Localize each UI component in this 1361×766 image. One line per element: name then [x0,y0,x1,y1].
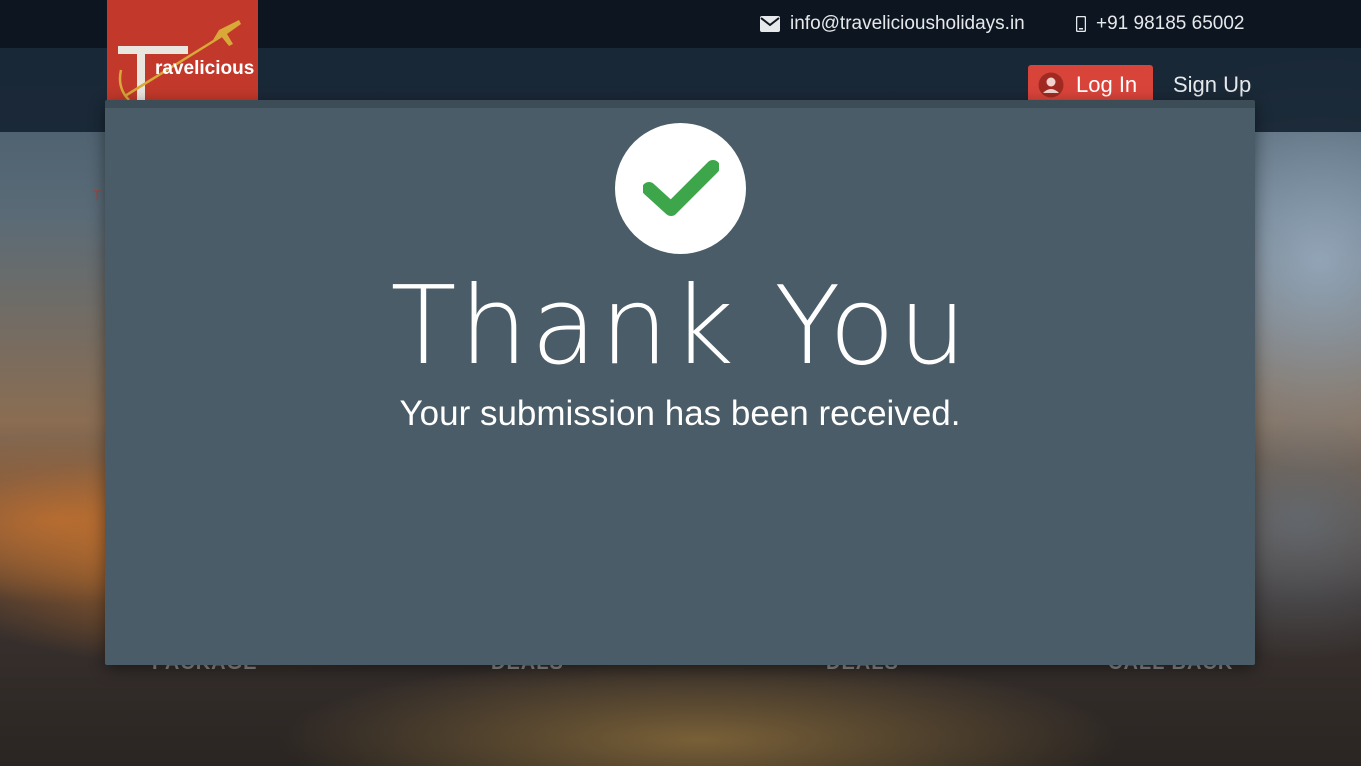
phone-text: +91 98185 65002 [1096,13,1245,34]
signup-button[interactable]: Sign Up [1173,72,1251,98]
contact-phone[interactable]: +91 98185 65002 [1076,0,1244,48]
site-logo[interactable]: ravelicious [107,0,258,104]
background-crumb: T [93,187,102,203]
contact-email[interactable]: info@traveliciousholidays.in [760,0,1025,48]
login-button[interactable]: Log In [1028,65,1153,105]
envelope-icon [760,16,780,32]
thank-you-modal: Thank You Your submission has been recei… [105,100,1255,665]
email-text: info@traveliciousholidays.in [790,13,1025,34]
user-circle-icon [1038,72,1064,98]
check-icon [642,159,719,216]
success-badge [615,123,746,254]
mobile-phone-icon [1076,16,1086,32]
logo-wordmark: ravelicious [155,58,255,79]
modal-message: Your submission has been received. [399,394,961,433]
logo-emblem [118,20,241,104]
modal-title: Thank You [390,264,970,389]
login-label: Log In [1076,72,1138,97]
